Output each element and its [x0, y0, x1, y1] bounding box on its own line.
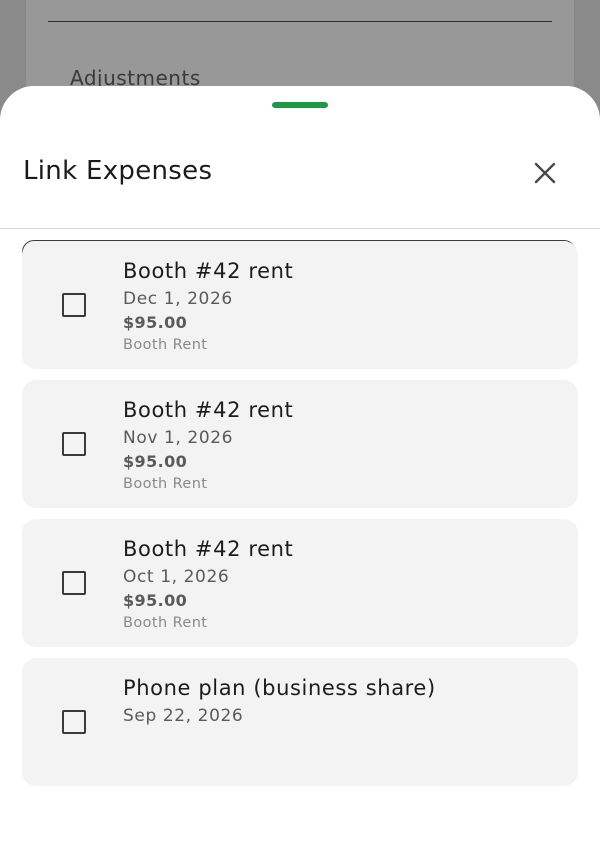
expense-item[interactable]: Booth #42 rent Nov 1, 2026 $95.00 Booth … [22, 380, 578, 508]
close-icon [534, 162, 556, 184]
close-button[interactable] [522, 150, 568, 196]
expense-item[interactable]: Booth #42 rent Oct 1, 2026 $95.00 Booth … [22, 519, 578, 647]
expense-title: Booth #42 rent [123, 398, 294, 422]
expense-date: Dec 1, 2026 [123, 289, 233, 309]
background-divider [48, 21, 552, 22]
expense-category: Booth Rent [123, 615, 208, 631]
expense-list: Booth #42 rent Dec 1, 2026 $95.00 Booth … [22, 241, 578, 797]
expense-checkbox[interactable] [62, 571, 86, 595]
expense-category: Booth Rent [123, 476, 208, 492]
expense-item[interactable]: Phone plan (business share) Sep 22, 2026 [22, 658, 578, 786]
expense-date: Nov 1, 2026 [123, 428, 234, 448]
expense-category: Booth Rent [123, 337, 208, 353]
expense-checkbox[interactable] [62, 710, 86, 734]
expense-item[interactable]: Booth #42 rent Dec 1, 2026 $95.00 Booth … [22, 241, 578, 369]
header-divider [0, 228, 600, 229]
expense-date: Sep 22, 2026 [123, 706, 244, 726]
expense-amount: $95.00 [123, 591, 188, 610]
expense-checkbox[interactable] [62, 293, 86, 317]
expense-title: Booth #42 rent [123, 537, 294, 561]
sheet-title: Link Expenses [23, 156, 213, 186]
expense-title: Booth #42 rent [123, 259, 294, 283]
drag-handle[interactable] [272, 102, 328, 108]
expense-title: Phone plan (business share) [123, 676, 436, 700]
expense-date: Oct 1, 2026 [123, 567, 230, 587]
expense-checkbox[interactable] [62, 432, 86, 456]
expense-amount: $95.00 [123, 452, 188, 471]
expense-amount: $95.00 [123, 313, 188, 332]
